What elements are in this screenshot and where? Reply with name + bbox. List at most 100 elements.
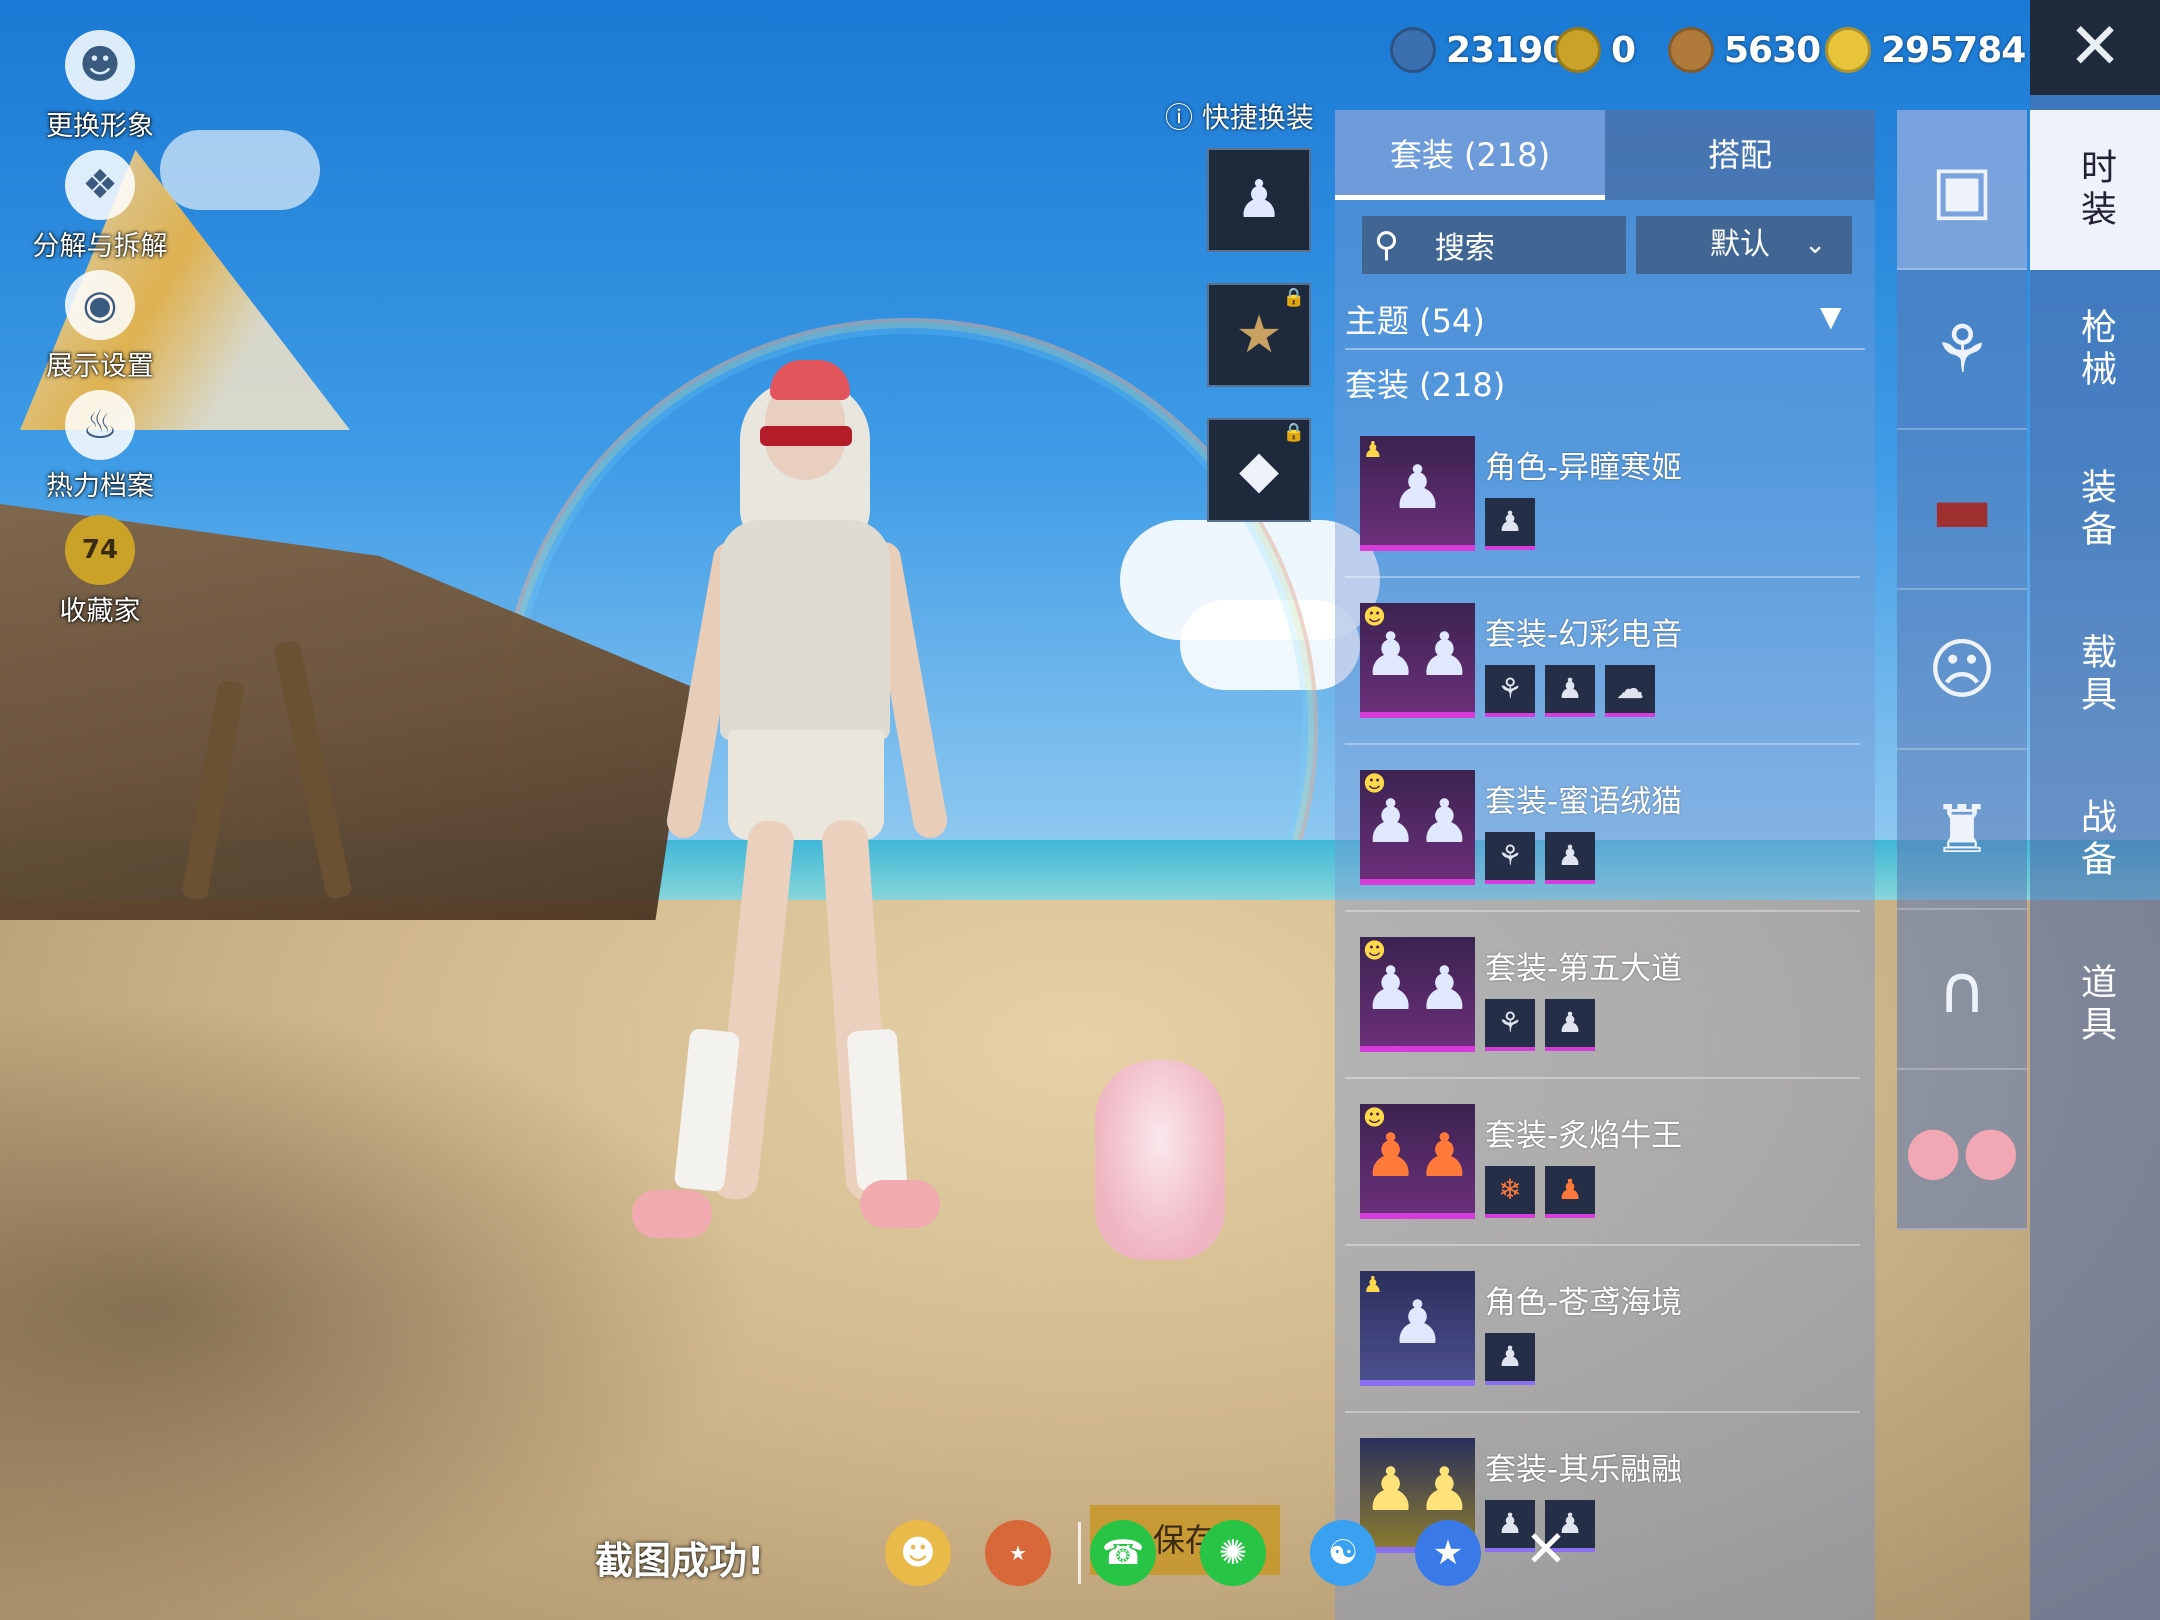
character-blindfold [760, 426, 852, 446]
theme-filter[interactable]: 主题 (54) [1345, 296, 1485, 342]
currency-uc[interactable]: 23190 [1390, 25, 1567, 75]
triangle-down-icon[interactable]: ▼ [1820, 300, 1842, 333]
tab-suits[interactable]: 套装 (218) [1335, 110, 1605, 200]
display-settings-button[interactable]: ◉ 展示设置 [20, 270, 180, 383]
outfit-tabs: 套装 (218) 搭配 [1335, 110, 1875, 200]
share-profile-button[interactable]: ☻ [885, 1520, 951, 1586]
part-icon[interactable]: ⚘ [1485, 665, 1535, 717]
part-icon[interactable]: ♟ [1485, 1333, 1535, 1385]
part-icon[interactable]: ♟ [1545, 1166, 1595, 1218]
elite-logo-icon: ★ [1009, 1541, 1027, 1565]
collector-label: 收藏家 [59, 596, 141, 627]
character-beret [770, 360, 850, 400]
currency-bronze[interactable]: 5630 [1668, 25, 1821, 75]
currency-value: 5630 [1724, 29, 1821, 71]
outfit-item[interactable]: ☻ ♟♟ 套装-幻彩电音 ⚘ ♟ ☁ [1345, 585, 1860, 745]
close-share-button[interactable]: ✕ [1525, 1520, 1567, 1578]
nav-weapons[interactable]: 枪械 [2030, 270, 2160, 430]
character-badge-icon: ♟ [1363, 1273, 1383, 1298]
nav-equipment[interactable]: 装备 [2030, 430, 2160, 590]
chevron-down-icon: ⌄ [1804, 230, 1826, 260]
pig-slipper-left [632, 1190, 712, 1238]
nav-items[interactable]: 道具 [2030, 925, 2160, 1085]
part-icon[interactable]: ⚘ [1485, 832, 1535, 884]
part-icon[interactable]: ⚘ [1485, 999, 1535, 1051]
hat-icon[interactable]: ▬ [1897, 430, 2027, 590]
search-icon: ⚲ [1374, 225, 1399, 265]
outfit-item[interactable]: ☻ ♟♟ 套装-第五大道 ⚘ ♟ [1345, 919, 1860, 1079]
lock-icon: 🔒 [1282, 287, 1305, 308]
outfit-thumbnail: ♟♟ [1360, 1271, 1475, 1386]
change-avatar-button[interactable]: ☻ 更换形象 [20, 30, 180, 143]
lock-icon: 🔒 [1282, 422, 1305, 443]
nav-combat-prep[interactable]: 战备 [2030, 760, 2160, 920]
divider [1345, 1411, 1860, 1413]
pink-owl-pet[interactable] [1095, 1060, 1225, 1260]
divider [1345, 910, 1860, 912]
outfit-title: 角色-异瞳寒姬 [1485, 450, 1683, 486]
eye-icon: ◉ [65, 270, 135, 340]
divider [1345, 1244, 1860, 1246]
suit-box-icon[interactable]: ▣ [1897, 110, 2027, 270]
outfit-title: 套装-蜜语绒猫 [1485, 784, 1683, 820]
character-right-sock [846, 1028, 908, 1192]
outfit-title: 角色-苍鸢海境 [1485, 1285, 1683, 1321]
uc-coin-icon [1390, 27, 1436, 73]
tab-matching[interactable]: 搭配 [1605, 110, 1875, 200]
decompose-label: 分解与拆解 [32, 231, 168, 262]
part-icon[interactable]: ❄ [1485, 1166, 1535, 1218]
nav-fashion[interactable]: 时装 [2030, 110, 2160, 270]
share-qzone-button[interactable]: ★ [1415, 1520, 1481, 1586]
currency-gold-token[interactable]: 0 [1555, 25, 1636, 75]
qq-icon: ☯ [1327, 1533, 1359, 1573]
heat-profile-button[interactable]: ♨ 热力档案 [20, 390, 180, 503]
part-icon[interactable]: ♟ [1545, 665, 1595, 717]
search-box[interactable]: ⚲ 搜索 [1362, 216, 1626, 274]
share-moments-button[interactable]: ✺ [1200, 1520, 1266, 1586]
part-icon[interactable]: ♟ [1545, 832, 1595, 884]
jacket-icon[interactable]: ♜ [1897, 750, 2027, 910]
quick-slot-trophy[interactable]: 🔒 ★ [1207, 283, 1311, 387]
player-character[interactable] [620, 340, 980, 1240]
change-avatar-label: 更换形象 [46, 111, 154, 142]
outfit-thumbnail: ♟♟ [1360, 436, 1475, 551]
part-icon[interactable]: ☁ [1605, 665, 1655, 717]
currency-bp[interactable]: 295784 [1825, 25, 2026, 75]
smile-badge-icon: ☻ [1363, 939, 1386, 964]
outfit-parts: ♟ [1485, 498, 1535, 550]
decompose-button[interactable]: ❖ 分解与拆解 [20, 150, 180, 263]
part-icon[interactable]: ♟ [1485, 498, 1535, 550]
display-settings-label: 展示设置 [46, 351, 154, 382]
outfit-item[interactable]: ♟ ♟ 角色-苍鸢海境 ♟ [1345, 1253, 1860, 1413]
quick-change-title[interactable]: ⓘ 快捷换装 [1165, 96, 1314, 136]
sort-label: 默认 [1710, 227, 1770, 262]
suit-section-header: 套装 (218) [1345, 366, 1506, 404]
outfit-item[interactable]: ♟ ♟ 角色-异瞳寒姬 ♟ [1345, 418, 1860, 578]
quick-slot-outfit[interactable]: ♟ [1207, 148, 1311, 252]
outfit-title: 套装-炙焰牛王 [1485, 1118, 1683, 1154]
divider [1345, 576, 1860, 578]
divider [1345, 743, 1860, 745]
share-wechat-button[interactable]: ☎ [1090, 1520, 1156, 1586]
close-icon: ✕ [1525, 1520, 1567, 1578]
quick-slot-diamond[interactable]: 🔒 ◆ [1207, 418, 1311, 522]
hair-icon[interactable]: ⚘ [1897, 270, 2027, 430]
sort-dropdown[interactable]: 默认 ⌄ [1636, 216, 1852, 274]
moments-icon: ✺ [1218, 1533, 1248, 1573]
part-icon[interactable]: ♟ [1545, 999, 1595, 1051]
screenshot-toast: 截图成功! [595, 1539, 765, 1583]
cloud [160, 130, 320, 210]
outfit-parts: ⚘ ♟ [1485, 999, 1595, 1051]
share-elite-button[interactable]: ★ [985, 1520, 1051, 1586]
share-qq-button[interactable]: ☯ [1310, 1520, 1376, 1586]
mask-icon[interactable]: ☹ [1897, 590, 2027, 750]
outfit-item[interactable]: ☻ ♟♟ 套装-炙焰牛王 ❄ ♟ [1345, 1086, 1860, 1246]
outfit-item[interactable]: ☻ ♟♟ 套装-蜜语绒猫 ⚘ ♟ [1345, 752, 1860, 912]
collector-button[interactable]: 74 收藏家 [20, 515, 180, 628]
nav-vehicles[interactable]: 载具 [2030, 595, 2160, 755]
quick-change-label: 快捷换装 [1201, 101, 1314, 134]
slippers-icon[interactable]: ●● [1897, 1070, 2027, 1230]
close-button[interactable]: ✕ [2030, 0, 2160, 95]
gold-token-icon [1555, 27, 1601, 73]
pants-icon[interactable]: ∩ [1897, 910, 2027, 1070]
